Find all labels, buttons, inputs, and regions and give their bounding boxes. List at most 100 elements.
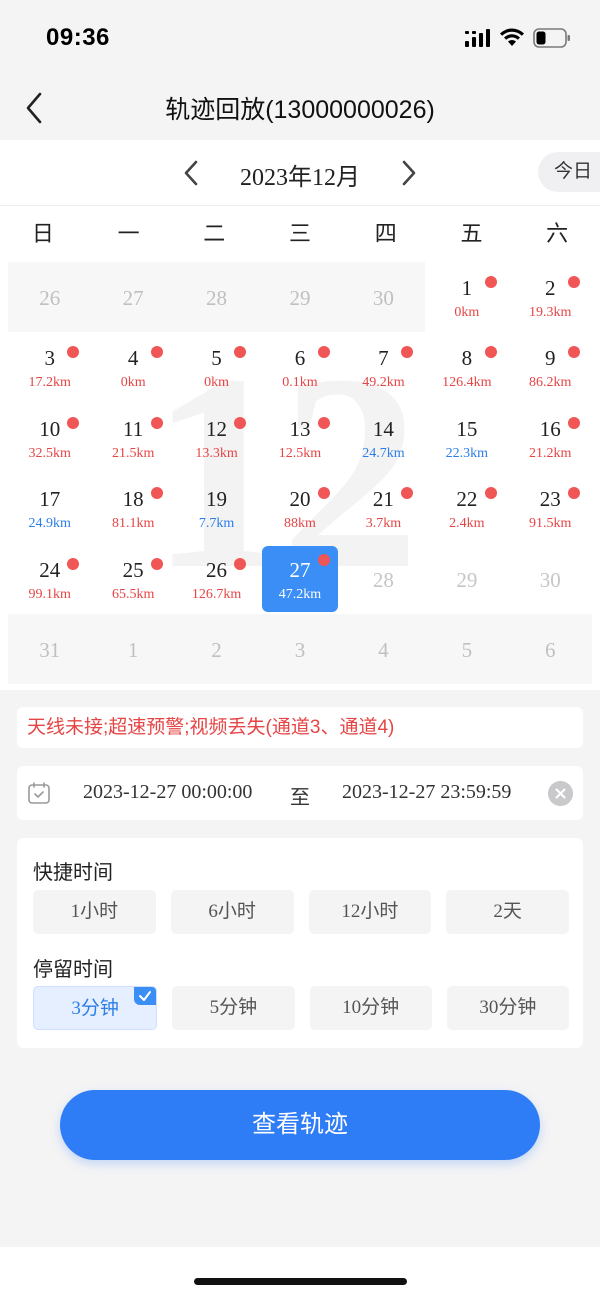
calendar-day[interactable]: 7 49.2km	[342, 332, 425, 402]
calendar-day[interactable]: 3	[258, 613, 342, 685]
day-mileage: 0km	[204, 375, 229, 391]
day-number: 17	[39, 487, 61, 512]
quick-time-option[interactable]: 2天	[446, 890, 569, 934]
alarm-dot-icon	[67, 557, 80, 570]
calendar-day[interactable]: 4	[341, 613, 426, 685]
day-mileage: 81.1km	[111, 516, 155, 532]
calendar-day[interactable]: 26	[8, 262, 92, 333]
calendar-day[interactable]: 22 2.4km	[425, 473, 508, 543]
calendar-day[interactable]: 16 21.2km	[509, 403, 592, 473]
weekday-label: 六	[546, 221, 569, 246]
date-range-picker[interactable]: 2023-12-27 00:00:00 至 2023-12-27 23:59:5…	[17, 766, 583, 820]
check-icon	[134, 987, 157, 1005]
calendar-day-selected[interactable]: 27 47.2km	[258, 544, 341, 614]
calendar-day[interactable]: 5 0km	[175, 332, 258, 402]
calendar-day[interactable]: 2 19.3km	[509, 262, 592, 332]
quick-time-option[interactable]: 6小时	[170, 890, 294, 934]
quick-time-option[interactable]: 12小时	[308, 890, 432, 934]
calendar-week-row: 26 27 28 29 30 1 0km 2 19.3km	[8, 262, 592, 333]
calendar-day[interactable]: 6 0.1km	[258, 332, 341, 402]
calendar-day[interactable]: 21 3.7km	[342, 473, 425, 543]
calendar-day[interactable]: 15 22.3km	[425, 403, 508, 473]
range-separator: 至	[290, 787, 310, 809]
weekday-label: 二	[203, 221, 226, 246]
bottom-safe-area	[0, 1247, 600, 1299]
calendar-day[interactable]: 5	[425, 613, 509, 685]
calendar-day[interactable]: 29	[258, 262, 342, 333]
calendar-day[interactable]: 20 88km	[258, 473, 341, 543]
cellular-signal-icon	[465, 29, 490, 47]
view-track-button[interactable]: 查看轨迹	[60, 1090, 540, 1160]
chevron-right-icon[interactable]	[391, 156, 425, 190]
alarm-dot-icon	[234, 416, 247, 429]
calendar-day[interactable]: 6	[508, 613, 592, 685]
day-mileage: 0km	[120, 375, 146, 391]
alarm-dot-icon	[567, 416, 580, 429]
calendar-day[interactable]: 30	[509, 544, 592, 614]
day-number: 27	[122, 286, 144, 310]
calendar-day[interactable]: 9 86.2km	[509, 332, 592, 402]
calendar-week-row: 3 17.2km 4 0km 5 0km 6 0.1km 7 49.2km 8 126.4km 9 86.…	[8, 332, 592, 402]
day-mileage: 21.2km	[529, 445, 572, 461]
month-title: 2023年12月	[240, 165, 360, 191]
alarm-dot-icon	[317, 346, 330, 359]
alarm-dot-icon	[317, 553, 330, 566]
clear-icon[interactable]	[548, 781, 573, 806]
alarm-summary: 天线未接;超速预警;视频丢失(通道3、通道4)	[17, 707, 583, 748]
calendar-day[interactable]: 19 7.7km	[175, 473, 258, 543]
wifi-icon	[500, 28, 524, 46]
day-mileage: 7.7km	[198, 516, 235, 532]
calendar-day[interactable]: 31	[8, 613, 92, 685]
day-mileage: 99.1km	[28, 586, 71, 602]
weekday-label: 一	[117, 221, 140, 246]
calendar-day[interactable]: 23 91.5km	[509, 473, 592, 543]
day-mileage: 0km	[454, 305, 480, 320]
calendar-day[interactable]: 12 13.3km	[175, 403, 258, 473]
calendar-week-row: 10 32.5km 11 21.5km 12 13.3km 13 12.5km 14 24.7km…	[8, 403, 592, 473]
weekday-label: 五	[460, 221, 483, 246]
stay-time-options: 3分钟 5分钟 10分钟 30分钟	[33, 986, 569, 1030]
calendar-day[interactable]: 11 21.5km	[91, 403, 174, 473]
alarm-dot-icon	[317, 487, 330, 500]
calendar-day[interactable]: 3 17.2km	[8, 332, 91, 402]
calendar-day[interactable]: 28	[342, 544, 425, 614]
day-number: 10	[39, 416, 61, 441]
calendar-day[interactable]: 18 81.1km	[91, 473, 174, 543]
calendar-day[interactable]: 1 0km	[425, 262, 508, 332]
stay-time-option[interactable]: 3分钟	[33, 986, 158, 1030]
calendar-day[interactable]: 25 65.5km	[91, 544, 174, 614]
stay-time-option[interactable]: 30分钟	[446, 986, 569, 1030]
calendar-day[interactable]: 2	[174, 613, 259, 685]
calendar-day[interactable]: 13 12.5km	[258, 403, 341, 473]
battery-icon	[533, 28, 570, 48]
calendar-day[interactable]: 10 32.5km	[8, 403, 91, 473]
end-time[interactable]: 2023-12-27 23:59:59	[342, 781, 511, 804]
start-time[interactable]: 2023-12-27 00:00:00	[83, 781, 252, 804]
calendar-day[interactable]: 26 126.7km	[175, 544, 258, 614]
day-mileage: 2.4km	[449, 516, 485, 532]
calendar-day[interactable]: 30	[341, 262, 426, 333]
calendar-day[interactable]: 4 0km	[91, 332, 174, 402]
day-number: 15	[456, 416, 478, 441]
stay-time-option-label: 10分钟	[342, 997, 400, 1018]
status-time: 09:36	[46, 24, 110, 51]
stay-time-option[interactable]: 10分钟	[309, 986, 432, 1030]
calendar-day[interactable]: 14 24.7km	[342, 403, 425, 473]
quick-time-option[interactable]: 1小时	[33, 890, 156, 934]
calendar-day[interactable]: 29	[425, 544, 508, 614]
alarm-dot-icon	[484, 346, 497, 359]
calendar-day[interactable]: 27	[91, 262, 175, 333]
alarm-dot-icon	[317, 416, 330, 429]
calendar-day[interactable]: 8 126.4km	[425, 332, 508, 402]
calendar-day[interactable]: 28	[174, 262, 259, 333]
calendar-day[interactable]: 1	[91, 613, 175, 685]
stay-time-option[interactable]: 5分钟	[172, 986, 295, 1030]
calendar-day[interactable]: 24 99.1km	[8, 544, 91, 614]
calendar-header: 2023年12月 今日	[0, 140, 600, 206]
today-button[interactable]: 今日	[538, 152, 600, 192]
quick-time-label: 快捷时间	[33, 862, 113, 884]
calendar-week-row: 31 1 2 3 4 5 6	[8, 613, 592, 685]
day-mileage: 0.1km	[282, 375, 318, 391]
alarm-dot-icon	[484, 276, 497, 288]
calendar-day[interactable]: 17 24.9km	[8, 473, 91, 543]
